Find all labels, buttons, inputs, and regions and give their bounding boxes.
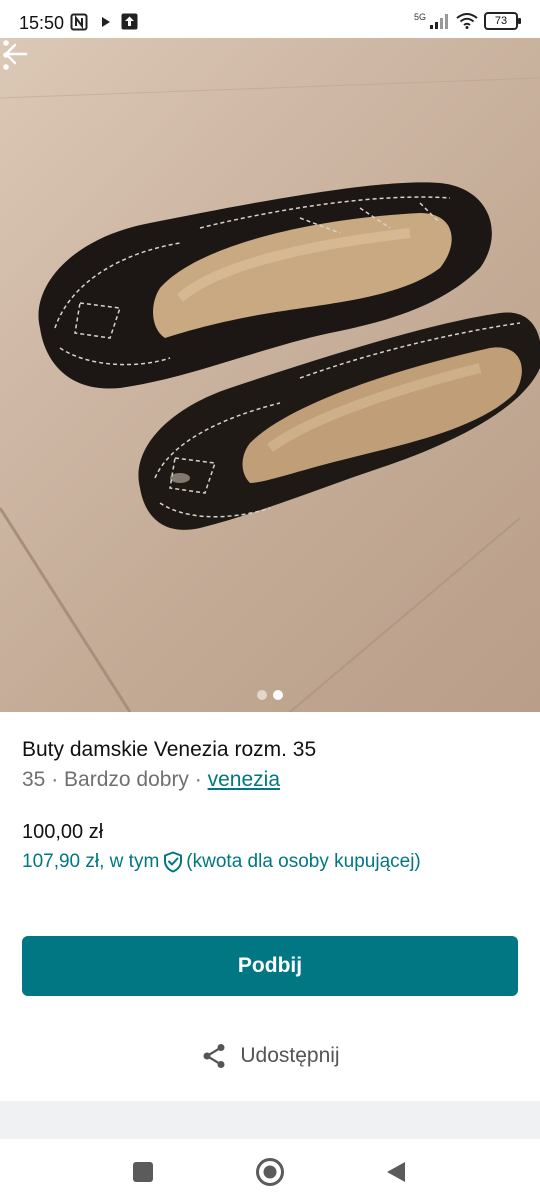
- wifi-icon: [456, 13, 478, 29]
- battery-level: 73: [494, 15, 508, 27]
- network-type: 5G: [413, 12, 426, 22]
- photo-pager: [0, 690, 540, 700]
- status-right-group: 5G 73: [413, 12, 521, 30]
- battery-icon: 73: [484, 12, 521, 30]
- listing-condition: Bardzo dobry: [64, 768, 189, 791]
- system-nav-bar: [0, 1139, 540, 1204]
- meta-separator: ·: [45, 768, 65, 791]
- home-circle-icon[interactable]: [255, 1157, 285, 1187]
- share-button[interactable]: Udostępnij: [0, 1042, 540, 1070]
- signal-icon: [430, 14, 448, 29]
- back-triangle-icon[interactable]: [384, 1160, 408, 1184]
- upload-icon: [121, 13, 138, 30]
- total-suffix: , w tym: [99, 851, 160, 872]
- pager-dot-active[interactable]: [273, 690, 283, 700]
- total-price-row[interactable]: 107,90 zł, w tym (kwota dla osoby kupują…: [22, 851, 421, 873]
- share-label: Udostępnij: [240, 1044, 340, 1067]
- listing-size: 35: [22, 768, 46, 791]
- play-icon: [102, 17, 110, 27]
- pager-dot[interactable]: [257, 690, 267, 700]
- shield-check-icon[interactable]: [163, 851, 183, 873]
- more-vertical-icon[interactable]: [0, 38, 12, 72]
- share-icon: [203, 1044, 225, 1068]
- bump-button[interactable]: Podbij: [22, 936, 518, 996]
- status-time: 15:50: [19, 13, 65, 33]
- product-photo: [0, 77, 540, 712]
- total-price: 107,90 zł: [22, 851, 100, 872]
- item-price: 100,00 zł: [22, 821, 104, 843]
- listing-title: Buty damskie Venezia rozm. 35: [22, 738, 317, 761]
- listing-meta: 35 · Bardzo dobry · venezia: [22, 768, 280, 792]
- brand-link[interactable]: venezia: [208, 768, 280, 791]
- recents-square-icon[interactable]: [132, 1161, 154, 1183]
- meta-separator: ·: [188, 768, 208, 791]
- product-photo-gallery[interactable]: [0, 38, 540, 712]
- buyer-protection-note: (kwota dla osoby kupującej): [186, 851, 421, 872]
- nfc-icon: [70, 13, 88, 31]
- section-divider: [0, 1101, 540, 1139]
- status-bar: 15:50 5G 73: [0, 0, 540, 38]
